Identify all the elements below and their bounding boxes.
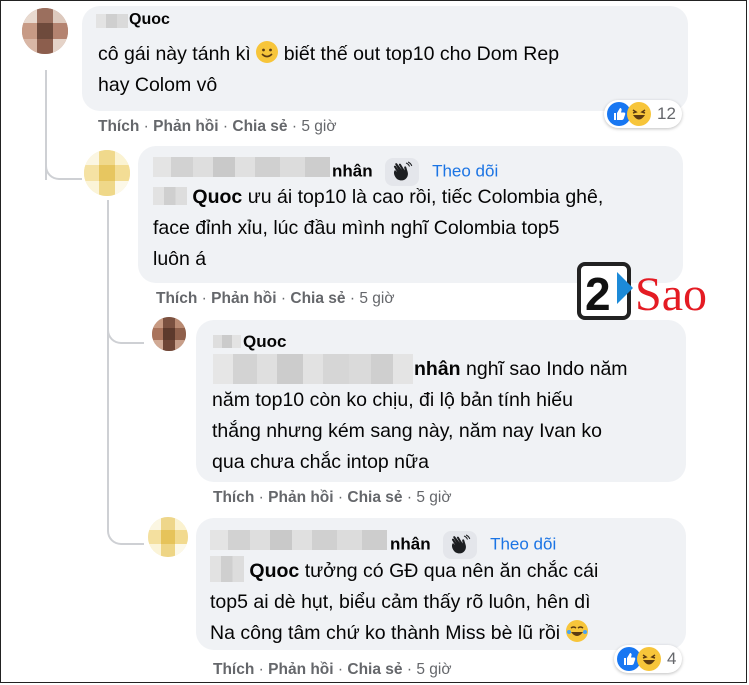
thread-line-reply-1 (107, 200, 109, 530)
share-button[interactable]: Chia sẻ (347, 489, 402, 506)
reaction-count: 4 (667, 649, 677, 668)
comment-actions: Thích · Phản hồi · Chia sẻ · 5 giờ (213, 489, 451, 507)
blurred-name (213, 335, 241, 348)
comment-author[interactable]: Quoc (129, 11, 170, 29)
blurred-name (210, 530, 387, 550)
author-name-suffix: nhân (390, 534, 431, 554)
comment-line: top5 ai dè hụt, biểu cảm thấy rõ luôn, h… (210, 591, 591, 613)
separator: · (143, 118, 149, 135)
separator: · (406, 661, 413, 678)
avatar[interactable] (84, 150, 130, 196)
share-button[interactable]: Chia sẻ (232, 118, 287, 135)
comment-author[interactable]: nhân Theo dõi (390, 531, 556, 559)
share-button[interactable]: Chia sẻ (290, 290, 345, 307)
haha-reaction-icon (627, 102, 651, 126)
author-name-suffix: nhân (332, 161, 373, 181)
reply-button[interactable]: Phản hồi (268, 489, 333, 506)
2sao-logo: 2 Sao (575, 258, 735, 328)
thread-connector-reply-1 (45, 150, 82, 180)
separator: · (258, 661, 264, 678)
comment-line: tưởng có GĐ qua nên ăn chắc cái (304, 560, 599, 582)
timestamp[interactable]: 5 giờ (416, 489, 451, 506)
avatar[interactable] (22, 8, 68, 54)
thread-connector-reply-2 (107, 320, 144, 344)
blurred-name (96, 14, 128, 28)
avatar[interactable] (152, 317, 186, 351)
separator: · (222, 118, 229, 135)
share-button[interactable]: Chia sẻ (347, 661, 402, 678)
separator: · (201, 290, 207, 307)
mention[interactable]: Quoc (249, 560, 299, 582)
comment-line: năm top10 còn ko chịu, đi lộ bản tính hi… (212, 389, 573, 411)
reply-button[interactable]: Phản hồi (268, 661, 333, 678)
timestamp[interactable]: 5 giờ (359, 290, 394, 307)
logo-number: 2 (585, 268, 611, 320)
comment-text: Quoc tưởng có GĐ qua nên ăn chắc cái top… (210, 556, 685, 649)
separator: · (349, 290, 356, 307)
mention[interactable]: nhân (414, 358, 461, 380)
avatar[interactable] (148, 517, 188, 557)
comment-text: cô gái này tánh kì biết thế out top10 ch… (98, 39, 688, 101)
comment-line: thắng nhưng kém sang này, năm nay Ivan k… (212, 420, 602, 442)
separator: · (406, 489, 413, 506)
comment-actions: Thích · Phản hồi · Chia sẻ · 5 giờ (213, 661, 451, 679)
reaction-summary[interactable]: 4 (614, 645, 683, 673)
waving-hand-icon (443, 531, 478, 559)
like-button[interactable]: Thích (213, 489, 254, 506)
reaction-count: 12 (657, 104, 676, 123)
comment-line: qua chưa chắc intop nữa (212, 451, 429, 473)
blurred-name (153, 157, 330, 177)
separator: · (258, 489, 264, 506)
separator: · (337, 489, 344, 506)
comment-line: nghĩ sao Indo năm (466, 358, 628, 380)
separator: · (280, 290, 287, 307)
mention[interactable]: Quoc (192, 186, 242, 208)
comment-actions: Thích · Phản hồi · Chia sẻ · 5 giờ (98, 118, 336, 136)
reply-button[interactable]: Phản hồi (153, 118, 218, 135)
comment-line: ưu ái top10 là cao rồi, tiếc Colombia gh… (247, 186, 604, 208)
reaction-summary[interactable]: 12 (604, 100, 682, 128)
follow-link[interactable]: Theo dõi (432, 161, 498, 180)
thread-connector-reply-3 (107, 515, 144, 545)
tears-of-joy-emoji-icon (565, 620, 588, 642)
haha-reaction-icon (637, 647, 661, 671)
comment-text-part: cô gái này tánh kì (98, 43, 251, 65)
timestamp[interactable]: 5 giờ (416, 661, 451, 678)
comment-author[interactable]: Quoc (243, 332, 286, 352)
like-button[interactable]: Thích (156, 290, 197, 307)
follow-link[interactable]: Theo dõi (490, 534, 556, 553)
comment-line: face đỉnh xỉu, lúc đầu mình nghĩ Colombi… (153, 217, 560, 239)
logo-word: Sao (635, 268, 707, 321)
reply-button[interactable]: Phản hồi (211, 290, 276, 307)
like-button[interactable]: Thích (98, 118, 139, 135)
comment-line: Na công tâm chứ ko thành Miss bè lũ rồi (210, 622, 561, 644)
timestamp[interactable]: 5 giờ (301, 118, 336, 135)
smile-emoji-icon (256, 41, 279, 63)
comment-text-part: biết thế out top10 cho Dom Rep (283, 43, 560, 65)
blurred-mention (153, 187, 187, 205)
separator: · (291, 118, 298, 135)
blurred-mention (210, 556, 244, 582)
comment-text: nhân nghĩ sao Indo năm năm top10 còn ko … (212, 354, 682, 478)
comment-line: luôn á (153, 248, 207, 270)
comment-text-part: hay Colom vô (98, 74, 218, 96)
comment-actions: Thích · Phản hồi · Chia sẻ · 5 giờ (156, 290, 394, 308)
separator: · (337, 661, 344, 678)
like-button[interactable]: Thích (213, 661, 254, 678)
